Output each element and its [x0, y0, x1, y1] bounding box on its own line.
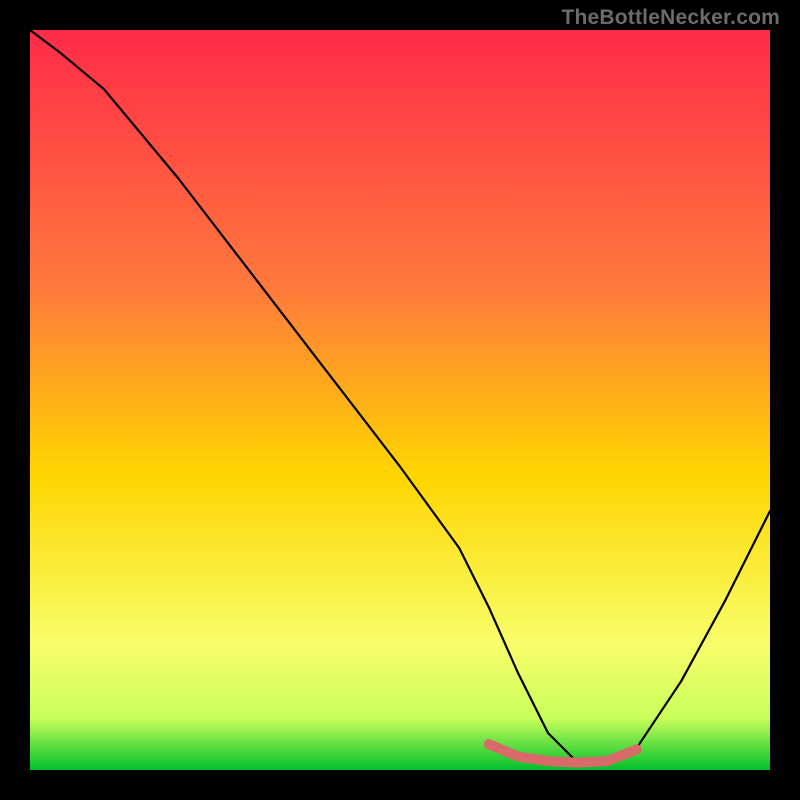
plot-background: [30, 30, 770, 770]
chart-frame: [30, 30, 770, 770]
chart-svg: [30, 30, 770, 770]
watermark-text: TheBottleNecker.com: [561, 6, 780, 30]
